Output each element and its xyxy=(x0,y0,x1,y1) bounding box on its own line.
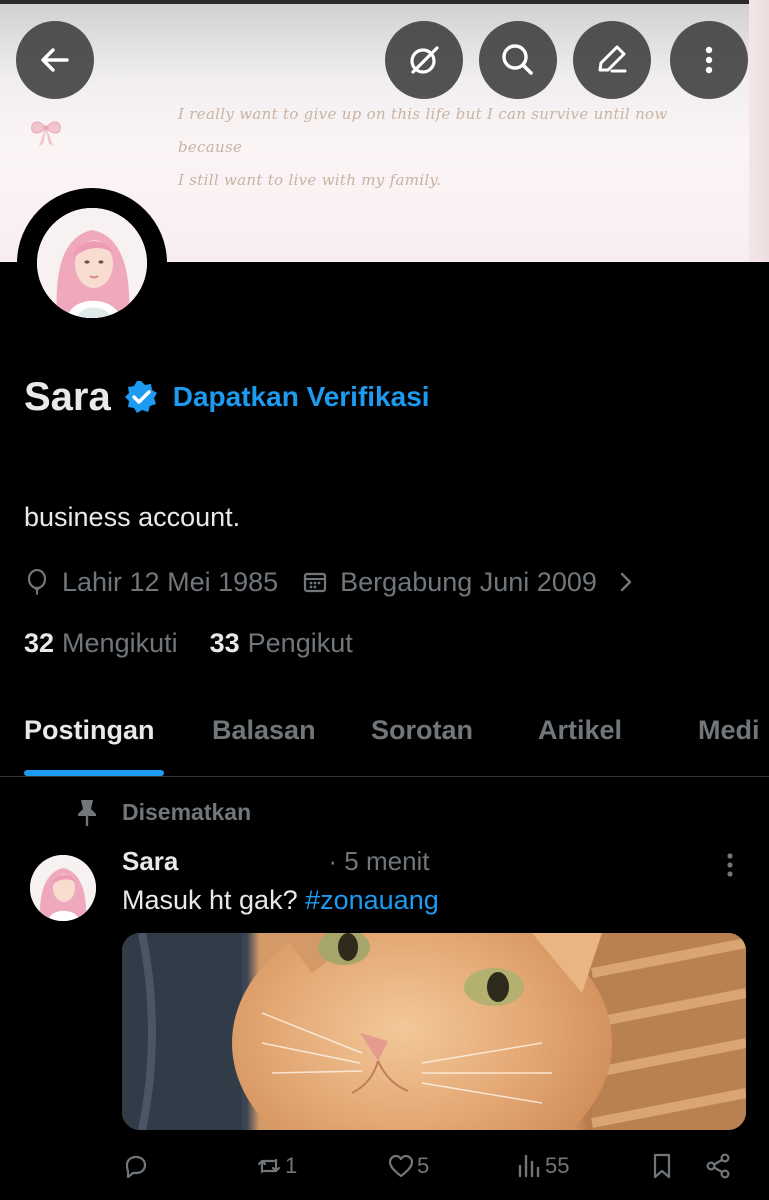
post-author-name[interactable]: Sara xyxy=(122,846,178,877)
avatar-image xyxy=(37,208,147,318)
repost-icon xyxy=(257,1158,281,1174)
cat-photo xyxy=(122,933,746,1130)
join-date: Bergabung Juni 2009 xyxy=(302,567,597,598)
like-count: 5 xyxy=(417,1153,430,1178)
post-hashtag[interactable]: #zonauang xyxy=(305,885,439,915)
profile-bio: business account. xyxy=(24,502,241,532)
post-avatar-portrait xyxy=(30,855,96,921)
back-button[interactable] xyxy=(16,21,94,99)
birth-date-text: Lahir 12 Mei 1985 xyxy=(62,566,279,597)
banner-quote: I really want to give up on this life bu… xyxy=(178,98,718,197)
verified-badge-icon[interactable] xyxy=(123,379,159,415)
heart-icon xyxy=(388,1154,414,1178)
join-date-text: Bergabung Juni 2009 xyxy=(340,566,597,597)
tab-highlights[interactable]: Sorotan xyxy=(371,715,473,746)
chevron-right-icon[interactable] xyxy=(613,569,639,595)
more-options-button[interactable] xyxy=(670,21,748,99)
following-count: 32 xyxy=(24,627,55,658)
pin-icon xyxy=(78,800,96,826)
repost-button[interactable]: 1 xyxy=(255,1148,297,1184)
post-actions: 1 5 55 xyxy=(122,1148,742,1184)
display-name: Sara xyxy=(24,374,111,419)
share-button[interactable] xyxy=(704,1148,732,1184)
avatar-portrait xyxy=(37,208,147,318)
edit-button[interactable] xyxy=(573,21,651,99)
grok-icon xyxy=(410,46,439,74)
grok-button[interactable] xyxy=(385,21,463,99)
banner-quote-line: I still want to live with my family. xyxy=(178,171,442,189)
post-author-avatar[interactable] xyxy=(30,855,96,921)
views-count: 55 xyxy=(545,1153,570,1178)
tab-posts[interactable]: Postingan xyxy=(24,715,155,746)
tab-replies[interactable]: Balasan xyxy=(212,715,316,746)
post-timestamp[interactable]: · 5 menit xyxy=(328,846,429,877)
balloon-icon xyxy=(27,569,47,595)
post-image[interactable] xyxy=(122,933,746,1130)
followers-count: 33 xyxy=(209,627,240,658)
more-vertical-icon xyxy=(705,46,713,74)
post-header: Sara · 5 menit xyxy=(122,843,430,879)
bookmark-icon xyxy=(653,1153,671,1179)
share-icon xyxy=(706,1153,730,1179)
following-label: Mengikuti xyxy=(62,627,178,658)
profile-name-row: Sara Dapatkan Verifikasi xyxy=(24,372,430,422)
active-tab-indicator xyxy=(24,770,164,776)
views-button[interactable]: 55 xyxy=(515,1148,569,1184)
profile-meta: Lahir 12 Mei 1985 Bergabung Juni 2009 xyxy=(24,563,639,601)
follow-counts: 32 Mengikuti 33 Pengikut xyxy=(24,624,353,662)
get-verified-link[interactable]: Dapatkan Verifikasi xyxy=(173,381,430,413)
post-body: Masuk ht gak? xyxy=(122,885,306,915)
search-button[interactable] xyxy=(479,21,557,99)
reply-icon xyxy=(125,1155,147,1179)
banner-edge-stripe xyxy=(749,0,769,262)
birth-date: Lahir 12 Mei 1985 xyxy=(24,567,278,598)
tab-media[interactable]: Medi xyxy=(698,715,760,746)
post-more-icon[interactable] xyxy=(718,850,742,880)
repost-count: 1 xyxy=(285,1153,298,1178)
calendar-icon xyxy=(304,572,327,593)
banner-quote-line: I really want to give up on this life bu… xyxy=(178,105,668,156)
search-icon xyxy=(502,44,533,75)
edit-icon xyxy=(598,45,627,73)
followers-link[interactable]: 33 Pengikut xyxy=(210,628,353,659)
pinned-label: Disematkan xyxy=(122,798,252,825)
back-arrow-icon xyxy=(41,48,69,72)
followers-label: Pengikut xyxy=(247,627,353,658)
profile-tabs: Postingan Balasan Sorotan Artikel Medi xyxy=(0,705,769,777)
post-text: Masuk ht gak? #zonauang xyxy=(122,885,439,916)
profile-avatar[interactable] xyxy=(17,188,167,338)
reply-button[interactable] xyxy=(122,1148,152,1184)
tab-articles[interactable]: Artikel xyxy=(538,715,622,746)
views-chart-icon xyxy=(518,1154,540,1178)
following-link[interactable]: 32 Mengikuti xyxy=(24,628,178,659)
pinned-indicator: Disematkan xyxy=(74,795,251,829)
ribbon-bow-icon xyxy=(31,121,61,146)
status-bar-edge xyxy=(0,0,769,4)
like-button[interactable]: 5 xyxy=(387,1148,429,1184)
bookmark-button[interactable] xyxy=(648,1148,676,1184)
